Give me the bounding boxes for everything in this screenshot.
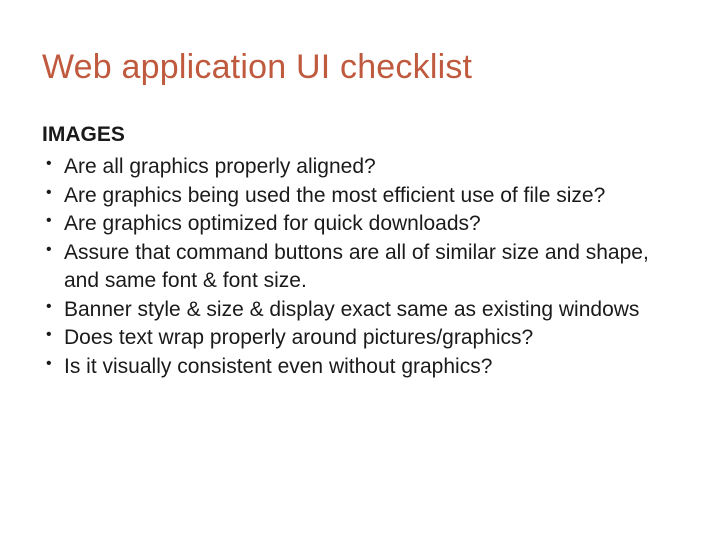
list-item: Are graphics being used the most efficie…: [42, 182, 678, 210]
page-title: Web application UI checklist: [42, 48, 678, 87]
list-item: Are all graphics properly aligned?: [42, 153, 678, 181]
list-item: Does text wrap properly around pictures/…: [42, 324, 678, 352]
list-item: Banner style & size & display exact same…: [42, 296, 678, 324]
slide-container: Web application UI checklist IMAGES Are …: [0, 0, 720, 540]
checklist: Are all graphics properly aligned? Are g…: [42, 153, 678, 381]
list-item: Assure that command buttons are all of s…: [42, 239, 678, 294]
section-heading: IMAGES: [42, 123, 678, 147]
list-item: Are graphics optimized for quick downloa…: [42, 210, 678, 238]
list-item: Is it visually consistent even without g…: [42, 353, 678, 381]
